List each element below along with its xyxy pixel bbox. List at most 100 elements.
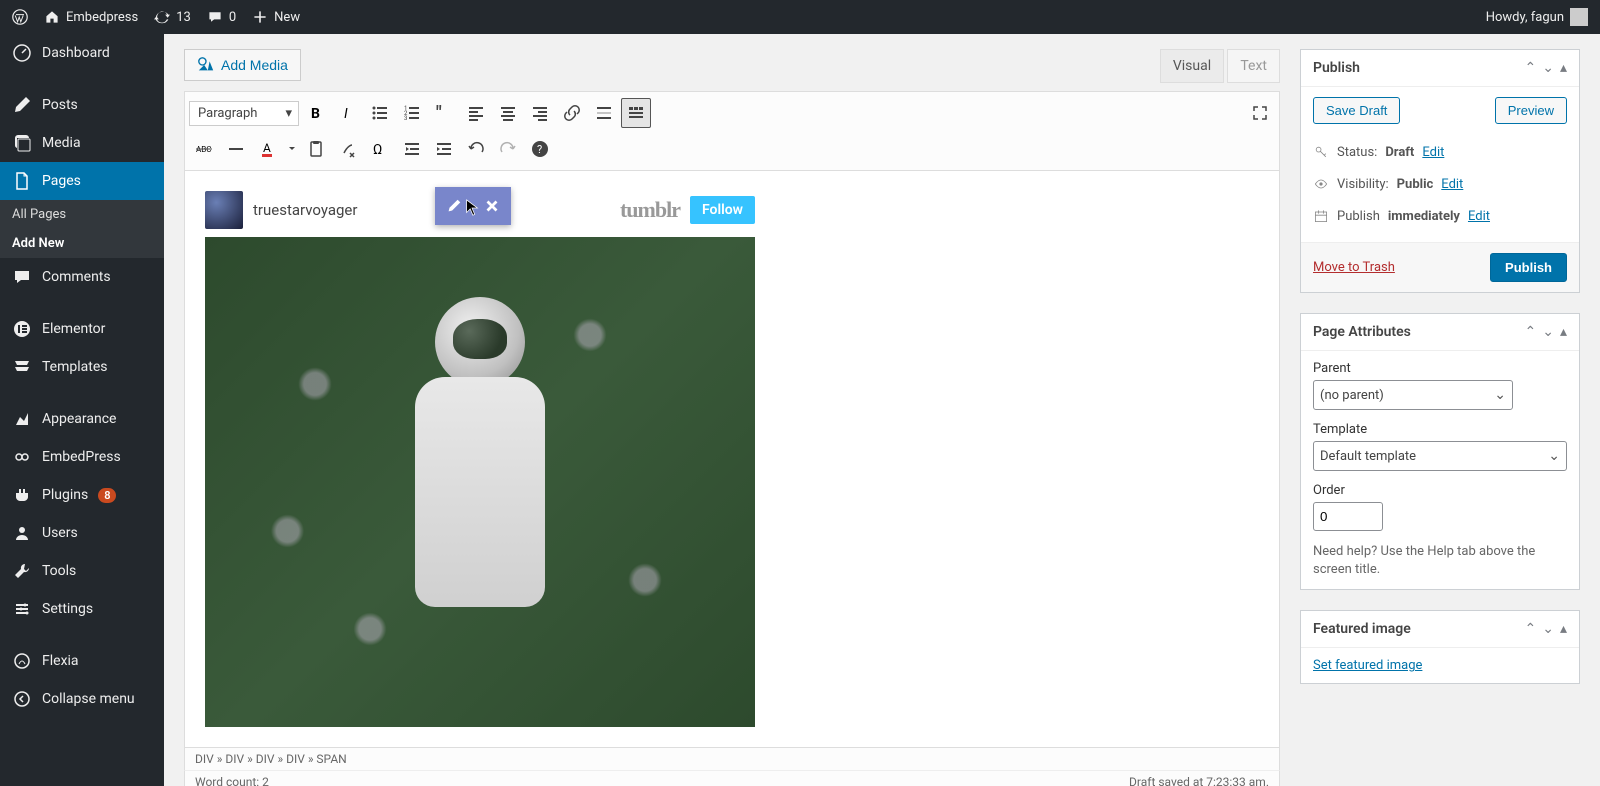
editor-toolbar: Paragraph B I 123 " ABC A (184, 91, 1280, 170)
right-column: Publish ⌃ ⌄ ▴ Save Draft Preview Status:… (1300, 34, 1600, 786)
visibility-row: Visibility: Public Edit (1313, 168, 1567, 200)
new-link[interactable]: New (252, 9, 300, 25)
template-select[interactable]: Default template (1313, 441, 1567, 471)
help-button[interactable]: ? (525, 134, 555, 164)
sidebar-item-flexia[interactable]: Flexia (0, 642, 164, 680)
eye-icon (1313, 176, 1329, 192)
status-row: Status: Draft Edit (1313, 136, 1567, 168)
toggle-icon[interactable]: ▴ (1560, 621, 1567, 637)
cursor-icon (463, 199, 481, 217)
word-count: Word count: 2 (195, 775, 269, 786)
wp-logo[interactable] (12, 9, 28, 25)
sidebar-item-plugins[interactable]: Plugins8 (0, 476, 164, 514)
admin-sidebar: Dashboard Posts Media Pages All Pages Ad… (0, 34, 164, 786)
sidebar-item-users[interactable]: Users (0, 514, 164, 552)
svg-text:": " (436, 103, 442, 123)
strikethrough-button[interactable]: ABC (189, 134, 219, 164)
sidebar-item-pages[interactable]: Pages (0, 162, 164, 200)
editor-status-bar: Word count: 2 Draft saved at 7:23:33 am. (184, 771, 1280, 786)
sidebar-item-tools[interactable]: Tools (0, 552, 164, 590)
sidebar-item-embedpress[interactable]: EmbedPress (0, 438, 164, 476)
redo-button[interactable] (493, 134, 523, 164)
move-down-icon[interactable]: ⌄ (1542, 60, 1554, 76)
add-media-button[interactable]: Add Media (184, 49, 301, 81)
text-color-button[interactable]: A (253, 134, 283, 164)
svg-text:A: A (263, 141, 271, 155)
tumblr-logo: tumblr (620, 197, 680, 223)
embed-toolbar (435, 187, 511, 225)
featured-image-box: Featured image ⌃ ⌄ ▴ Set featured image (1300, 610, 1580, 684)
align-center-button[interactable] (493, 98, 523, 128)
indent-button[interactable] (429, 134, 459, 164)
move-down-icon[interactable]: ⌄ (1542, 621, 1554, 637)
key-icon (1313, 144, 1329, 160)
kitchen-sink-button[interactable] (621, 98, 651, 128)
move-up-icon[interactable]: ⌃ (1525, 621, 1537, 637)
sidebar-item-posts[interactable]: Posts (0, 86, 164, 124)
edit-status-link[interactable]: Edit (1422, 145, 1444, 160)
sidebar-sub-all-pages[interactable]: All Pages (0, 200, 164, 229)
home-link[interactable]: Embedpress (44, 9, 138, 25)
updates-link[interactable]: 13 (154, 9, 191, 25)
toggle-icon[interactable]: ▴ (1560, 60, 1567, 76)
hr-button[interactable] (221, 134, 251, 164)
special-char-button[interactable]: Ω (365, 134, 395, 164)
template-label: Template (1313, 422, 1567, 437)
align-left-button[interactable] (461, 98, 491, 128)
sidebar-sub-add-new[interactable]: Add New (0, 229, 164, 258)
fullscreen-button[interactable] (1245, 98, 1275, 128)
embed-card: truestarvoyager tumblr Follow (205, 191, 755, 727)
order-input[interactable] (1313, 502, 1383, 531)
parent-select[interactable]: (no parent) (1313, 380, 1513, 410)
howdy-link[interactable]: Howdy, fagun (1486, 8, 1588, 26)
number-list-button[interactable]: 123 (397, 98, 427, 128)
sidebar-item-dashboard[interactable]: Dashboard (0, 34, 164, 72)
outdent-button[interactable] (397, 134, 427, 164)
calendar-icon (1313, 208, 1329, 224)
blockquote-button[interactable]: " (429, 98, 459, 128)
set-featured-image-link[interactable]: Set featured image (1313, 658, 1422, 673)
move-to-trash-link[interactable]: Move to Trash (1313, 260, 1395, 275)
sidebar-item-appearance[interactable]: Appearance (0, 400, 164, 438)
text-color-dropdown[interactable] (285, 134, 299, 164)
undo-button[interactable] (461, 134, 491, 164)
sidebar-item-settings[interactable]: Settings (0, 590, 164, 628)
comments-link[interactable]: 0 (207, 9, 236, 25)
align-right-button[interactable] (525, 98, 555, 128)
sidebar-item-media[interactable]: Media (0, 124, 164, 162)
edit-publish-link[interactable]: Edit (1468, 209, 1490, 224)
follow-button[interactable]: Follow (690, 196, 755, 224)
move-up-icon[interactable]: ⌃ (1525, 60, 1537, 76)
svg-text:3: 3 (404, 115, 407, 122)
bullet-list-button[interactable] (365, 98, 395, 128)
editor-body[interactable]: truestarvoyager tumblr Follow (184, 170, 1280, 748)
move-up-icon[interactable]: ⌃ (1525, 324, 1537, 340)
clear-format-button[interactable] (333, 134, 363, 164)
paste-text-button[interactable] (301, 134, 331, 164)
embed-edit-button[interactable] (435, 187, 473, 225)
link-button[interactable] (557, 98, 587, 128)
avatar (1570, 8, 1588, 26)
sidebar-item-templates[interactable]: Templates (0, 348, 164, 386)
comments-count: 0 (229, 10, 236, 25)
bold-button[interactable]: B (301, 98, 331, 128)
move-down-icon[interactable]: ⌄ (1542, 324, 1554, 340)
parent-label: Parent (1313, 361, 1567, 376)
publish-date-row: Publish immediately Edit (1313, 200, 1567, 232)
visual-tab[interactable]: Visual (1160, 49, 1224, 83)
toggle-icon[interactable]: ▴ (1560, 324, 1567, 340)
text-tab[interactable]: Text (1227, 49, 1280, 83)
sidebar-collapse[interactable]: Collapse menu (0, 680, 164, 718)
publish-button[interactable]: Publish (1490, 253, 1567, 282)
readmore-button[interactable] (589, 98, 619, 128)
preview-button[interactable]: Preview (1495, 97, 1567, 124)
sidebar-item-elementor[interactable]: Elementor (0, 310, 164, 348)
format-select[interactable]: Paragraph (189, 101, 299, 126)
page-attr-title: Page Attributes (1313, 324, 1411, 340)
help-text: Need help? Use the Help tab above the sc… (1313, 543, 1567, 579)
edit-visibility-link[interactable]: Edit (1441, 177, 1463, 192)
svg-text:Ω: Ω (373, 142, 382, 158)
sidebar-item-comments[interactable]: Comments (0, 258, 164, 296)
italic-button[interactable]: I (333, 98, 363, 128)
save-draft-button[interactable]: Save Draft (1313, 97, 1400, 124)
